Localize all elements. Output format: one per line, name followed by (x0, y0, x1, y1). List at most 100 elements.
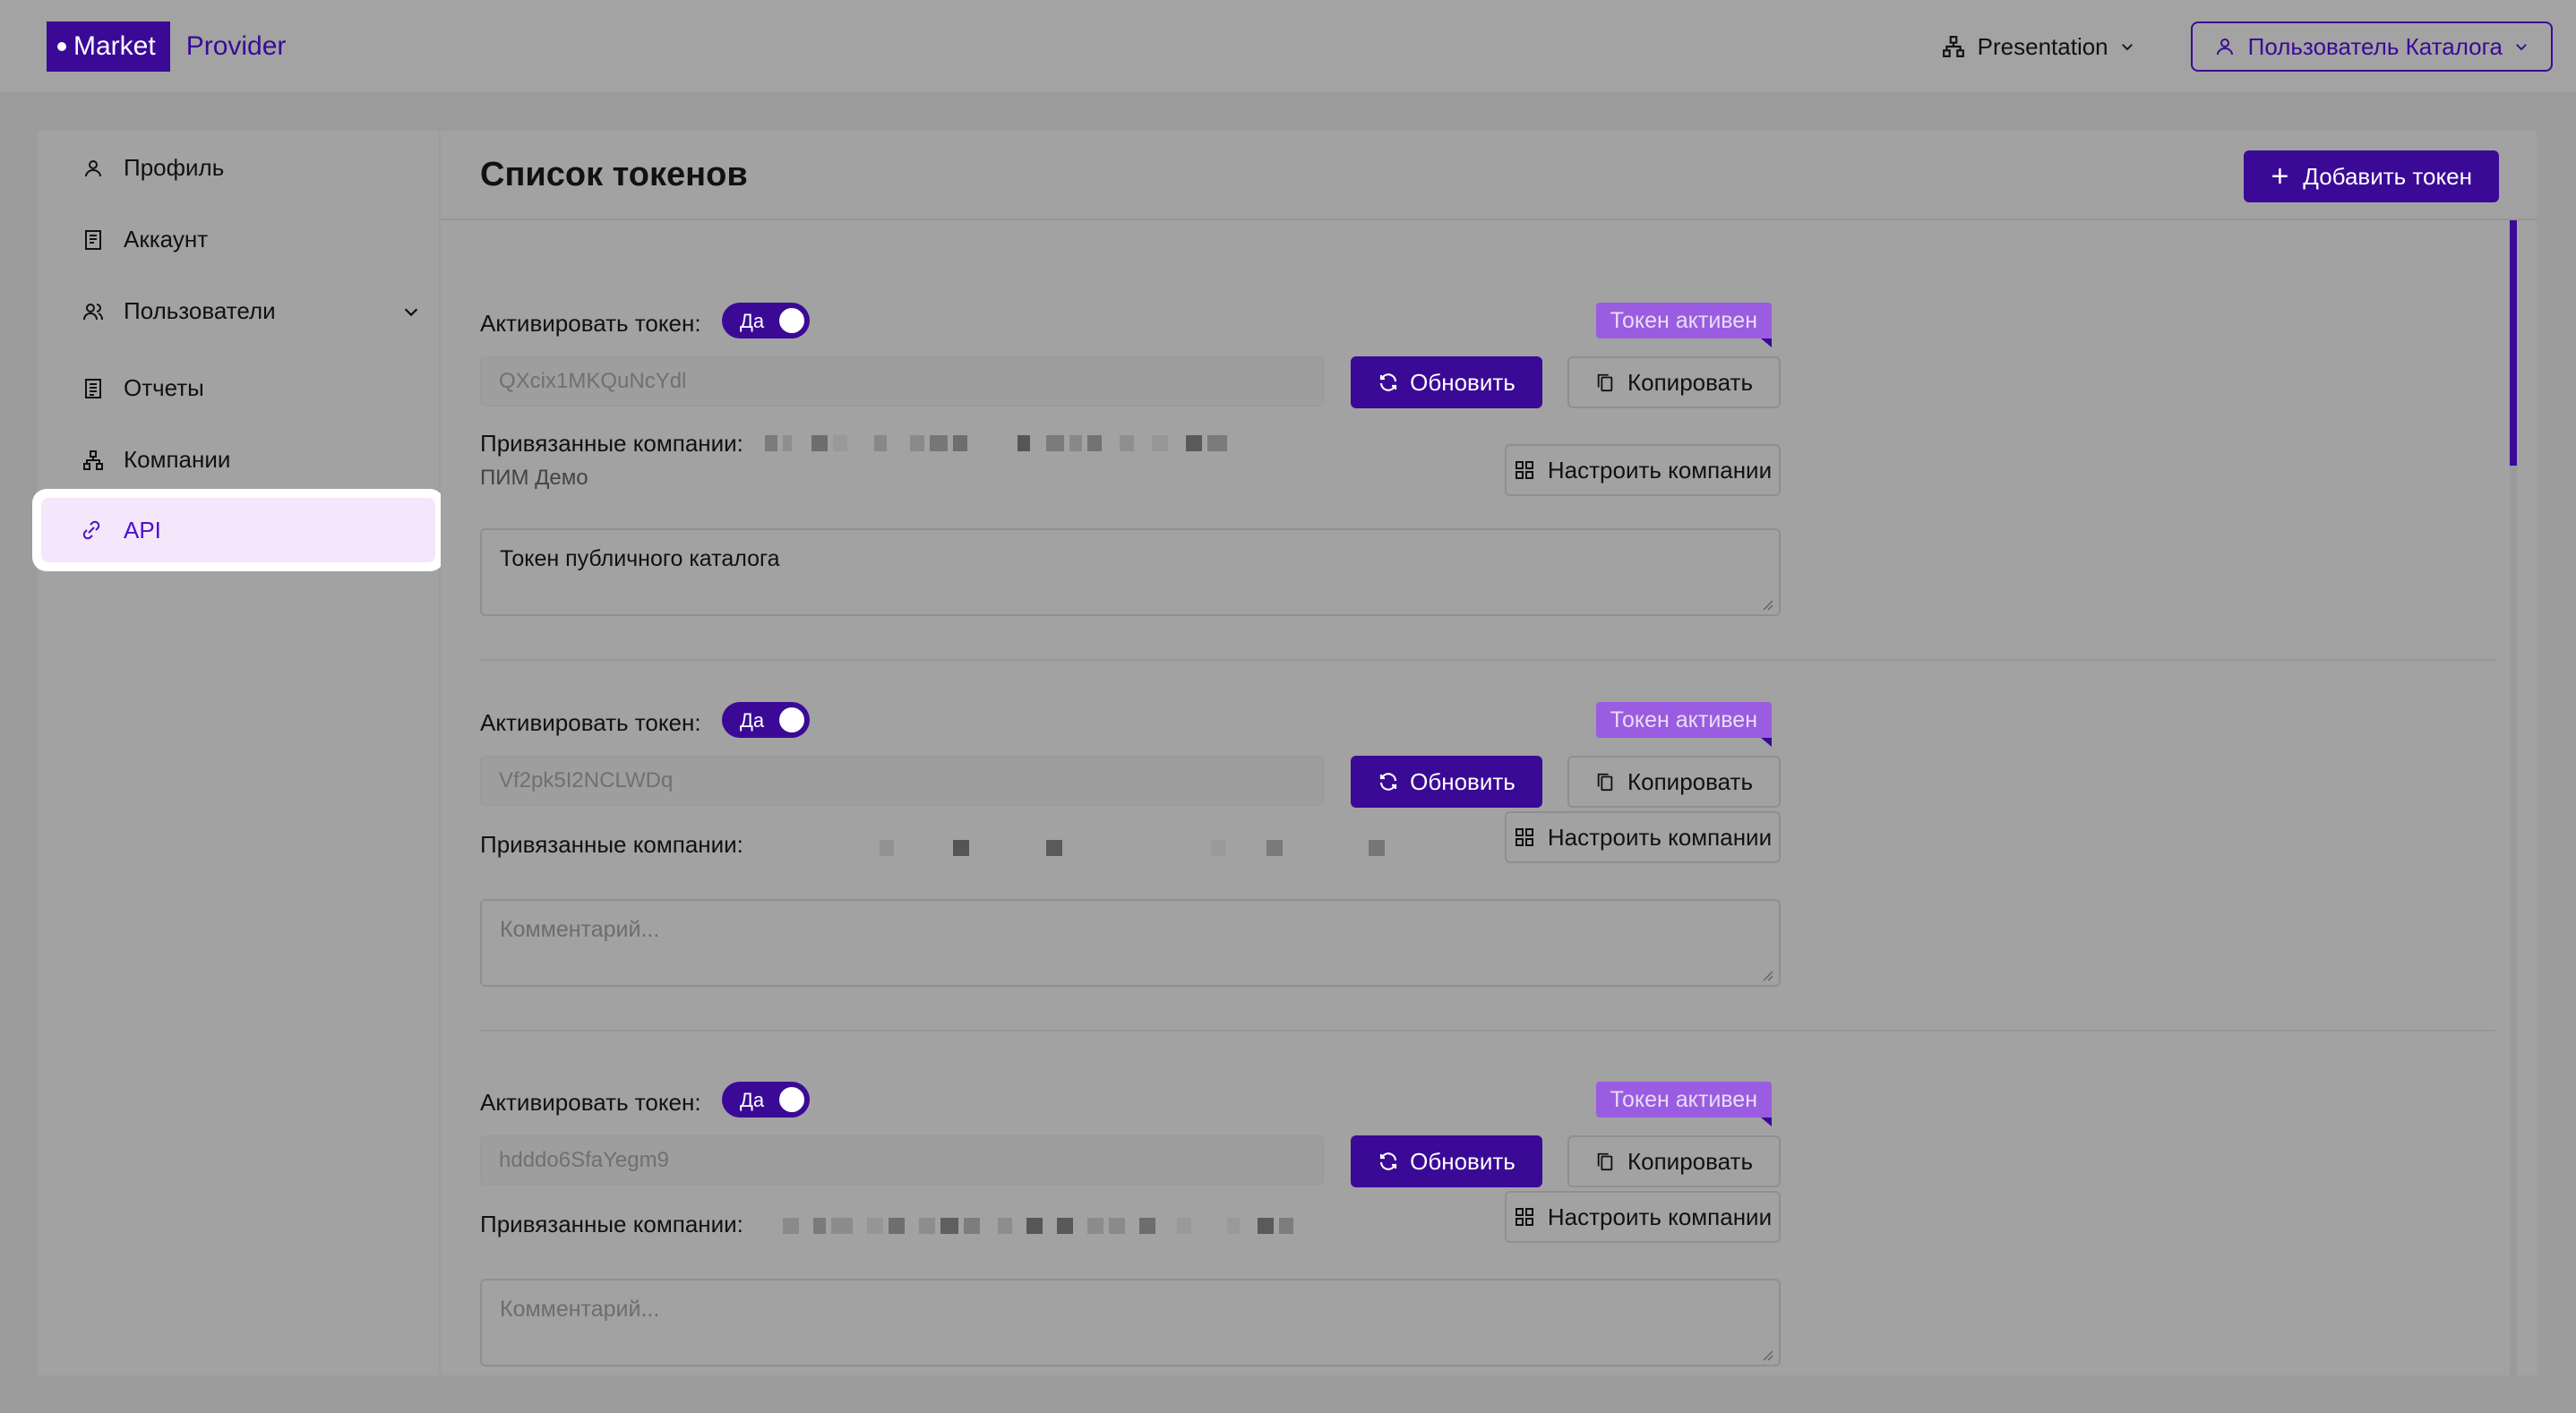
copy-icon (1597, 1152, 1613, 1171)
logo[interactable]: Market Provider (47, 21, 286, 72)
toggle-knob (777, 1085, 806, 1114)
scrollbar-thumb[interactable] (2510, 220, 2517, 466)
logo-dot-icon (57, 42, 66, 51)
header-actions: Presentation Пользователь Каталога (1942, 21, 2553, 72)
grid-icon (1515, 828, 1533, 846)
add-token-button[interactable]: + Добавить токен (2244, 150, 2499, 202)
chevron-down-icon[interactable] (401, 302, 421, 321)
top-header: Market Provider Presentation Пользовател… (0, 0, 2576, 93)
refresh-button[interactable]: Обновить (1351, 356, 1542, 408)
redacted-companies (765, 435, 1232, 451)
activate-toggle[interactable]: Да (722, 1082, 810, 1118)
toggle-label: Да (740, 1089, 765, 1111)
copy-button[interactable]: Копировать (1567, 756, 1781, 808)
grid-icon (1515, 461, 1533, 479)
token-field[interactable]: hdddo6SfaYegm9 (480, 1135, 1324, 1186)
api-icon (82, 520, 100, 540)
configure-companies-button[interactable]: Настроить компании (1505, 1191, 1781, 1243)
linked-companies-label: Привязанные компании: (480, 1211, 743, 1237)
main-panel: Список токенов + Добавить токен Активиро… (441, 131, 2537, 1375)
linked-companies-label: Привязанные компании: (480, 430, 743, 457)
status-badge: Токен активен (1595, 303, 1773, 347)
user-icon (85, 159, 101, 176)
sidebar-item-companies[interactable]: Компании (82, 446, 441, 474)
refresh-icon (1380, 773, 1397, 791)
comment-placeholder: Комментарий... (500, 917, 660, 942)
configure-companies-button[interactable]: Настроить компании (1505, 444, 1781, 496)
activate-toggle[interactable]: Да (722, 303, 810, 338)
sidebar-item-label: Аккаунт (124, 226, 209, 253)
sidebar-item-api-inner[interactable]: API (41, 498, 435, 562)
refresh-button[interactable]: Обновить (1351, 1135, 1542, 1187)
activate-token-label: Активировать токен: (480, 310, 701, 337)
copy-label: Копировать (1627, 368, 1753, 396)
resize-handle-icon[interactable] (1761, 969, 1773, 981)
logo-market: Market (47, 21, 170, 72)
refresh-icon (1380, 1152, 1397, 1170)
toggle-knob (777, 306, 806, 335)
scrollbar[interactable] (2510, 220, 2517, 1375)
configure-companies-label: Настроить компании (1547, 1203, 1773, 1230)
comment-field[interactable]: Комментарий... (480, 1279, 1781, 1366)
page-title: Список токенов (480, 156, 748, 193)
companies-icon (83, 450, 103, 470)
sidebar-item-api[interactable]: API (32, 489, 444, 571)
sidebar-item-label: API (124, 516, 161, 544)
sidebar-item-label: Пользователи (124, 297, 276, 324)
add-token-label: Добавить токен (2303, 162, 2472, 190)
copy-label: Копировать (1627, 767, 1753, 795)
activate-token-label: Активировать токен: (480, 1089, 701, 1116)
comment-field[interactable]: Токен публичного каталога (480, 528, 1781, 616)
token-field[interactable]: Vf2pk5I2NCLWDq (480, 756, 1324, 806)
sidebar-item-users[interactable]: Пользователи (82, 297, 441, 325)
refresh-label: Обновить (1410, 1147, 1516, 1175)
configure-companies-label: Настроить компании (1547, 456, 1773, 484)
user-icon (2216, 39, 2233, 56)
resize-handle-icon[interactable] (1761, 1349, 1773, 1361)
copy-label: Копировать (1627, 1147, 1753, 1175)
workspace-switcher[interactable]: Presentation (1942, 33, 2148, 61)
configure-companies-label: Настроить компании (1547, 823, 1773, 851)
chevron-down-icon (2121, 44, 2133, 51)
resize-handle-icon[interactable] (1761, 598, 1773, 611)
comment-field[interactable]: Комментарий... (480, 899, 1781, 987)
activate-token-label: Активировать токен: (480, 709, 701, 736)
users-icon (83, 303, 103, 320)
comment-placeholder: Комментарий... (500, 1297, 660, 1322)
sidebar-item-account[interactable]: Аккаунт (82, 226, 441, 253)
redacted-companies (880, 840, 1390, 856)
linked-companies-label: Привязанные компании: (480, 831, 743, 858)
user-name: Пользователь Каталога (2247, 32, 2503, 60)
activate-toggle[interactable]: Да (722, 702, 810, 738)
account-icon (85, 229, 101, 250)
logo-main-text: Market (73, 31, 156, 61)
divider (480, 659, 2495, 661)
sidebar-item-label: Компании (124, 446, 231, 473)
grid-icon (1515, 1208, 1533, 1226)
logo-secondary-text: Provider (185, 31, 287, 61)
plus-icon: + (2271, 159, 2289, 193)
refresh-label: Обновить (1410, 767, 1516, 795)
toggle-label: Да (740, 310, 765, 332)
main-header: Список токенов + Добавить токен (441, 131, 2537, 220)
copy-icon (1597, 773, 1613, 792)
linked-company-name: ПИМ Демо (480, 466, 588, 490)
refresh-label: Обновить (1410, 368, 1516, 396)
divider (480, 1030, 2495, 1032)
toggle-knob (777, 706, 806, 734)
sidebar-item-label: Отчеты (124, 374, 204, 401)
configure-companies-button[interactable]: Настроить компании (1505, 811, 1781, 863)
copy-button[interactable]: Копировать (1567, 1135, 1781, 1187)
sidebar-item-profile[interactable]: Профиль (82, 154, 441, 182)
hierarchy-icon (1942, 36, 1964, 57)
copy-button[interactable]: Копировать (1567, 356, 1781, 408)
user-menu-button[interactable]: Пользователь Каталога (2190, 21, 2553, 72)
comment-text: Токен публичного каталога (500, 546, 780, 571)
chevron-down-icon (2516, 44, 2527, 51)
toggle-label: Да (740, 709, 765, 732)
token-field[interactable]: QXcix1MKQuNcYdl (480, 356, 1324, 407)
refresh-icon (1380, 373, 1397, 391)
sidebar-item-reports[interactable]: Отчеты (82, 374, 441, 402)
sidebar-item-label: Профиль (124, 154, 225, 181)
refresh-button[interactable]: Обновить (1351, 756, 1542, 808)
